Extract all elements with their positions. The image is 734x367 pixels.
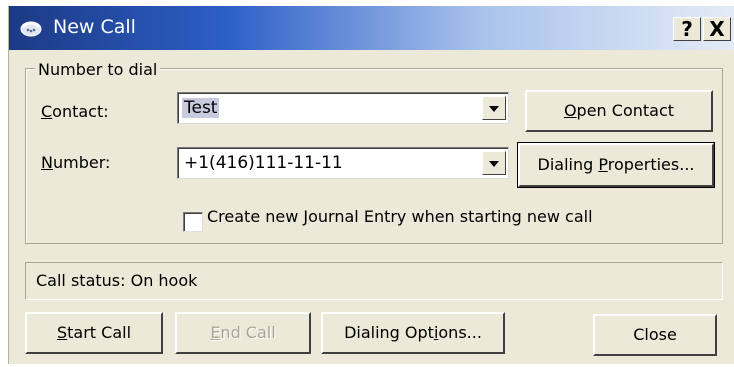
call-status-box: Call status: On hook	[25, 262, 723, 300]
title-bar[interactable]: New Call ? X	[9, 6, 734, 50]
close-button[interactable]: Close	[593, 314, 717, 356]
dialing-options-button[interactable]: Dialing Options...	[321, 312, 505, 354]
new-call-dialog: New Call ? X Number to dial Contact: Tes…	[8, 6, 734, 364]
dialing-options-label-prefix: Dialing Opt	[344, 323, 434, 342]
dialing-properties-label-rest: roperties...	[607, 155, 695, 174]
journal-checkbox[interactable]	[183, 212, 203, 232]
window-title: New Call	[53, 16, 136, 38]
number-value[interactable]: +1(416)111-11-11	[184, 153, 343, 173]
start-call-mnemonic: S	[56, 323, 68, 342]
contact-label-mnemonic: C	[41, 102, 53, 121]
contact-combobox[interactable]: Test	[177, 92, 509, 124]
end-call-button[interactable]: End Call	[175, 312, 311, 354]
contact-label: Contact:	[41, 102, 109, 122]
start-call-button[interactable]: Start Call	[25, 312, 163, 354]
contact-dropdown-arrow-icon[interactable]	[482, 96, 506, 120]
contact-label-text: ontact:	[52, 102, 109, 121]
open-contact-mnemonic: O	[563, 101, 577, 120]
call-status-text: Call status: On hook	[36, 271, 198, 290]
dialing-properties-mnemonic: P	[598, 155, 608, 174]
dialing-properties-label-prefix: Dialing	[537, 155, 599, 174]
close-window-button[interactable]: X	[703, 17, 731, 41]
end-call-mnemonic: E	[210, 323, 221, 342]
end-call-label: nd Call	[220, 323, 276, 342]
journal-label-prefix: Create new	[207, 207, 304, 226]
start-call-label: tart Call	[67, 323, 132, 342]
contact-value[interactable]: Test	[182, 98, 220, 118]
number-label-text: umber:	[52, 153, 111, 172]
dialing-properties-button[interactable]: Dialing Properties...	[517, 142, 715, 188]
phone-icon	[20, 21, 42, 37]
number-label-mnemonic: N	[41, 153, 53, 172]
group-title: Number to dial	[35, 61, 161, 79]
open-contact-button[interactable]: Open Contact	[525, 90, 713, 132]
journal-label-rest: ournal Entry when starting new call	[308, 207, 593, 226]
number-label: Number:	[41, 153, 110, 173]
open-contact-label: pen Contact	[576, 101, 675, 120]
number-combobox[interactable]: +1(416)111-11-11	[177, 147, 509, 179]
dialing-options-label-rest: ons...	[438, 323, 482, 342]
number-dropdown-arrow-icon[interactable]	[482, 151, 506, 175]
help-button[interactable]: ?	[673, 17, 701, 41]
journal-checkbox-label[interactable]: Create new Journal Entry when starting n…	[207, 207, 593, 227]
